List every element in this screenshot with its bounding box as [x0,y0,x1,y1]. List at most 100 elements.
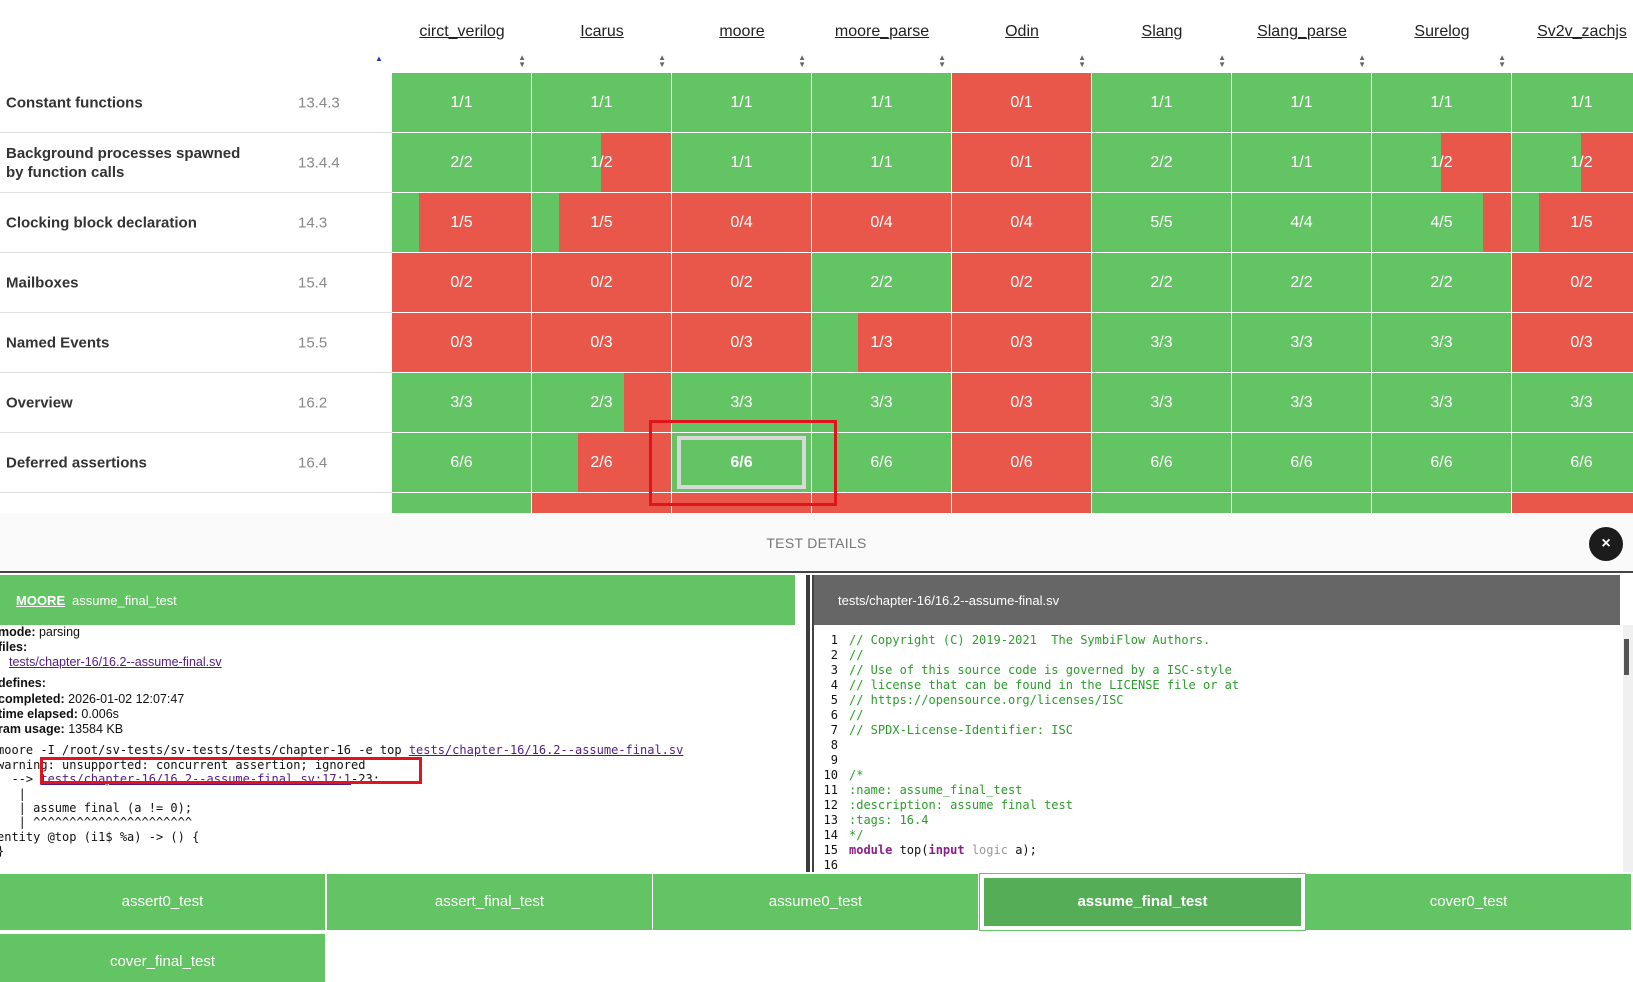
log-location-link[interactable]: tests/chapter-16/16.2--assume-final.sv:1… [40,772,351,786]
tool-header-link[interactable]: moore_parse [812,23,952,41]
result-cell[interactable]: 3/3 [1372,313,1512,373]
log-command-file-link[interactable]: tests/chapter-16/16.2--assume-final.sv [409,743,684,757]
result-cell[interactable]: 4/4 [1232,193,1372,253]
result-cell[interactable]: 0/2 [532,253,672,313]
result-cell[interactable]: 0/1 [812,493,952,513]
result-cell[interactable]: 3/3 [392,373,532,433]
sort-toggle-icon[interactable]: ▲ ▼ [1498,54,1506,69]
result-cell[interactable]: 1/5 [532,193,672,253]
test-button-cover0-test[interactable]: cover0_test [1306,874,1631,930]
result-cell[interactable]: 1/3 [812,313,952,373]
result-cell[interactable]: 6/6 [672,433,812,493]
tool-name-link[interactable]: MOORE [16,593,65,608]
result-cell[interactable]: 0/3 [952,313,1092,373]
result-cell[interactable]: 1/1 [532,73,672,133]
result-cell[interactable]: 2/6 [532,433,672,493]
result-cell[interactable]: 0/3 [952,373,1092,433]
sort-toggle-icon[interactable]: ▲ ▼ [798,54,806,69]
result-cell[interactable]: 0/1 [1512,493,1633,513]
result-cell[interactable]: 0/3 [672,313,812,373]
result-cell[interactable]: 1/2 [1512,133,1633,193]
result-cell[interactable]: 0/4 [812,193,952,253]
result-cell[interactable]: 0/1 [952,493,1092,513]
result-cell[interactable]: 6/6 [1372,433,1512,493]
close-details-button[interactable]: × [1589,527,1623,561]
tool-header-link[interactable]: Icarus [532,23,672,41]
result-cell[interactable]: 0/3 [532,313,672,373]
sort-toggle-icon[interactable]: ▲ ▼ [1218,54,1226,69]
result-cell[interactable]: 0/1 [532,493,672,513]
result-cell[interactable]: 3/3 [672,373,812,433]
result-cell[interactable]: 1/2 [532,133,672,193]
result-cell[interactable]: 0/1 [952,73,1092,133]
result-cell[interactable]: 6/6 [1512,433,1633,493]
result-cell[interactable]: 0/6 [952,433,1092,493]
result-cell[interactable]: 2/2 [392,133,532,193]
result-cell[interactable]: 1/1 [392,73,532,133]
test-button-cover-final-test[interactable]: cover_final_test [0,934,325,982]
result-cell[interactable]: 1/1 [1372,493,1512,513]
result-cell[interactable]: 2/2 [1232,253,1372,313]
tool-header-link[interactable]: circt_verilog [392,23,532,41]
result-cell[interactable]: 1/1 [812,73,952,133]
result-cell[interactable]: 4/5 [1372,193,1512,253]
result-cell[interactable]: 1/1 [1512,73,1633,133]
result-cell[interactable]: 0/2 [952,253,1092,313]
result-cell[interactable]: 3/3 [812,373,952,433]
test-button-assume0-test[interactable]: assume0_test [653,874,978,930]
result-cell[interactable]: 3/3 [1232,313,1372,373]
result-cell[interactable]: 2/2 [812,253,952,313]
result-cell[interactable]: 3/3 [1092,373,1232,433]
result-cell[interactable]: 1/5 [392,193,532,253]
sort-asc-icon[interactable]: ▲ [375,54,383,63]
result-cell[interactable]: 3/3 [1372,373,1512,433]
tool-header-link[interactable]: Slang [1092,23,1232,41]
result-cell[interactable]: 5/5 [1092,193,1232,253]
result-cell[interactable]: 2/3 [532,373,672,433]
result-cell[interactable]: 1/1 [672,133,812,193]
result-cell[interactable]: 3/3 [1232,373,1372,433]
result-cell[interactable]: 2/2 [1092,133,1232,193]
result-cell[interactable]: 6/6 [392,433,532,493]
result-cell[interactable]: 3/3 [1092,313,1232,373]
tool-header-link[interactable]: Surelog [1372,23,1512,41]
result-cell[interactable]: 0/4 [672,193,812,253]
result-cell[interactable]: 0/2 [1512,253,1633,313]
sort-toggle-icon[interactable]: ▲ ▼ [658,54,666,69]
result-cell[interactable]: 0/2 [392,253,532,313]
result-cell[interactable]: 1/1 [1092,73,1232,133]
result-cell[interactable]: 1/2 [1372,133,1512,193]
result-cell[interactable]: 3/3 [1512,373,1633,433]
result-cell[interactable]: 6/6 [812,433,952,493]
result-cell[interactable]: 1/1 [1232,73,1372,133]
result-cell[interactable]: 1/1 [672,73,812,133]
result-cell[interactable]: 1/1 [812,133,952,193]
sort-toggle-icon[interactable]: ▲ ▼ [518,54,526,69]
sort-toggle-icon[interactable]: ▲ ▼ [938,54,946,69]
file-link[interactable]: tests/chapter-16/16.2--assume-final.sv [9,655,222,669]
result-cell[interactable]: 0/4 [952,193,1092,253]
result-cell[interactable]: 0/3 [392,313,532,373]
result-cell[interactable]: 1/1 [1232,133,1372,193]
scrollbar-thumb[interactable] [1624,639,1629,675]
result-cell[interactable]: 0/3 [1512,313,1633,373]
result-cell[interactable]: 0/1 [672,493,812,513]
sort-toggle-icon[interactable]: ▲ ▼ [1358,54,1366,69]
result-cell[interactable]: 2/2 [1092,253,1232,313]
sort-toggle-icon[interactable]: ▲ ▼ [1078,54,1086,69]
result-cell[interactable]: 6/6 [1232,433,1372,493]
result-cell[interactable]: 2/2 [1372,253,1512,313]
result-cell[interactable]: 1/1 [1232,493,1372,513]
tool-header-link[interactable]: Sv2v_zachjs [1512,23,1633,41]
result-cell[interactable]: 1/5 [1512,193,1633,253]
test-button-assert0-test[interactable]: assert0_test [0,874,325,930]
result-cell[interactable]: 1/1 [392,493,532,513]
tool-header-link[interactable]: moore [672,23,812,41]
result-cell[interactable]: 0/2 [672,253,812,313]
tool-header-link[interactable]: Slang_parse [1232,23,1372,41]
result-cell[interactable]: 0/1 [952,133,1092,193]
result-cell[interactable]: 1/1 [1092,493,1232,513]
result-cell[interactable]: 6/6 [1092,433,1232,493]
test-button-assume-final-test[interactable]: assume_final_test [979,873,1306,931]
test-button-assert-final-test[interactable]: assert_final_test [327,874,652,930]
